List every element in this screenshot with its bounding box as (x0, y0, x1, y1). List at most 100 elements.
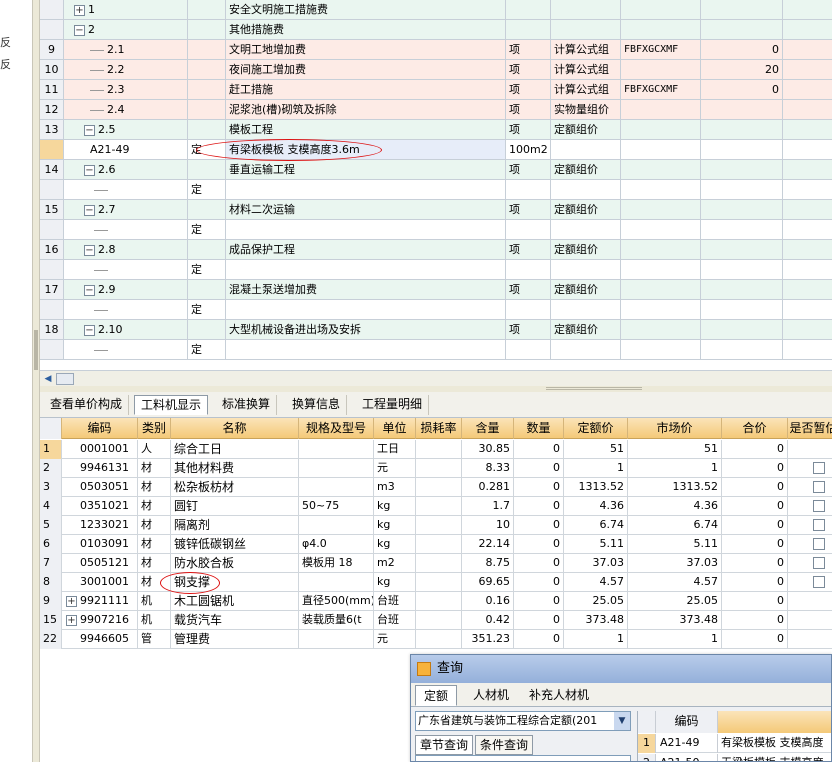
quota-library-select[interactable]: 广东省建筑与装饰工程综合定额(201 ▼ (415, 711, 631, 731)
result-row[interactable]: 1 A21-49 有梁板模板 支模高度 (638, 734, 831, 753)
provisional-checkbox[interactable] (813, 481, 825, 493)
cell-num[interactable]: 0 (514, 554, 564, 573)
provisional-checkbox[interactable] (813, 557, 825, 569)
cell-num[interactable]: 0 (514, 516, 564, 535)
measure-row[interactable]: 定 (40, 220, 832, 240)
cell-num[interactable]: 0 (514, 573, 564, 592)
material-row[interactable]: 3 0503051 材 松杂板枋材 m3 0.281 0 1313.52 1313.52 0 (40, 478, 832, 497)
cell-qty[interactable]: 30.85 (462, 440, 514, 459)
tab-supplementary[interactable]: 补充人材机 (521, 685, 597, 706)
column-header[interactable]: 数量 (514, 418, 564, 439)
column-header[interactable]: 是否暂估 (788, 418, 832, 439)
plus-box-icon[interactable]: + (74, 4, 85, 16)
material-row[interactable]: 9 +9921111 机木工圆锯机 直径500(mm) 台班 0.16 0 25.05 25.0… (40, 592, 832, 611)
tab-detail-3[interactable]: 标准换算 (216, 395, 278, 415)
splitter-grip[interactable] (34, 330, 38, 370)
material-row[interactable]: 6 0103091 材 镀锌低碳钢丝 φ4.0 kg 22.14 0 5.11 5.11 0 (40, 535, 832, 554)
measure-row[interactable]: 10 2.2 夜间施工增加费项计算公式组 20 (40, 60, 832, 80)
cell-market[interactable]: 1313.52 (628, 478, 722, 497)
cell-market[interactable]: 1 (628, 459, 722, 478)
provisional-checkbox[interactable] (813, 519, 825, 531)
measure-row[interactable]: 定 (40, 260, 832, 280)
measure-row[interactable]: 13−2.5 模板工程项定额组价 (40, 120, 832, 140)
cell-market[interactable]: 4.36 (628, 497, 722, 516)
measure-row[interactable]: 11 2.3 赶工措施项计算公式组 FBFXGCXMF 0 (40, 80, 832, 100)
measure-row[interactable]: 14−2.6 垂直运输工程项定额组价 (40, 160, 832, 180)
tab-condition-search[interactable]: 条件查询 (475, 735, 534, 755)
plus-box-icon[interactable]: + (66, 614, 77, 626)
cell-qty[interactable]: 0.16 (462, 592, 514, 611)
result-row[interactable]: 2 A21-50 无梁板模板 支模高度 (638, 754, 831, 761)
cell-market[interactable]: 4.57 (628, 573, 722, 592)
material-row[interactable]: 7 0505121 材 防水胶合板 模板用 18 m2 8.75 0 37.03 37.03 0 (40, 554, 832, 573)
column-header[interactable] (40, 418, 62, 439)
cell-qty[interactable]: 8.75 (462, 554, 514, 573)
minus-box-icon[interactable]: − (74, 24, 85, 36)
measure-row[interactable]: +1 安全文明施工措施费 (40, 0, 832, 20)
cell-num[interactable]: 0 (514, 630, 564, 649)
measure-row[interactable]: 15−2.7 材料二次运输项定额组价 (40, 200, 832, 220)
measure-row[interactable]: 定 (40, 300, 832, 320)
column-header[interactable]: 单位 (374, 418, 416, 439)
vertical-splitter[interactable] (32, 0, 40, 762)
cell-num[interactable]: 0 (514, 535, 564, 554)
cell-market[interactable]: 25.05 (628, 592, 722, 611)
column-header[interactable]: 定额价 (564, 418, 628, 439)
tab-labor-material-machine[interactable]: 人材机 (465, 685, 517, 706)
cell-qty[interactable]: 351.23 (462, 630, 514, 649)
cell-qty[interactable]: 1.7 (462, 497, 514, 516)
cell-num[interactable]: 0 (514, 497, 564, 516)
measure-row[interactable]: 9 2.1 文明工地增加费项计算公式组 FBFXGCXMF 0 (40, 40, 832, 60)
minus-box-icon[interactable]: − (84, 244, 95, 256)
provisional-checkbox[interactable] (813, 462, 825, 474)
cell-market[interactable]: 1 (628, 630, 722, 649)
column-header[interactable]: 规格及型号 (299, 418, 374, 439)
column-header[interactable]: 合价 (722, 418, 788, 439)
chapter-tree[interactable] (415, 755, 631, 761)
cell-num[interactable]: 0 (514, 478, 564, 497)
cell-num[interactable]: 0 (514, 592, 564, 611)
cell-market[interactable]: 37.03 (628, 554, 722, 573)
measure-row[interactable]: A21-49 定有梁板模板 支模高度3.6m 100m2 (40, 140, 832, 160)
column-header[interactable]: 含量 (462, 418, 514, 439)
provisional-checkbox[interactable] (813, 500, 825, 512)
cell-qty[interactable]: 69.65 (462, 573, 514, 592)
splitter-grip[interactable] (546, 387, 642, 390)
dialog-titlebar[interactable]: 查询 (411, 655, 831, 683)
column-header[interactable]: 市场价 (628, 418, 722, 439)
measure-row[interactable]: 12 2.4 泥浆池(槽)砌筑及拆除项实物量组价 (40, 100, 832, 120)
minus-box-icon[interactable]: − (84, 204, 95, 216)
chevron-down-icon[interactable]: ▼ (614, 712, 630, 730)
column-header[interactable]: 类别 (138, 418, 171, 439)
measure-row[interactable]: 16−2.8 成品保护工程项定额组价 (40, 240, 832, 260)
column-header[interactable]: 损耗率 (416, 418, 462, 439)
cell-qty[interactable]: 0.42 (462, 611, 514, 630)
cell-num[interactable]: 0 (514, 440, 564, 459)
measure-row[interactable]: −2 其他措施费 (40, 20, 832, 40)
measure-row[interactable]: 18−2.10 大型机械设备进出场及安拆项定额组价 (40, 320, 832, 340)
material-row[interactable]: 4 0351021 材 圆钉 50~75 kg 1.7 0 4.36 4.36 0 (40, 497, 832, 516)
cell-market[interactable]: 6.74 (628, 516, 722, 535)
provisional-checkbox[interactable] (813, 538, 825, 550)
cell-num[interactable]: 0 (514, 611, 564, 630)
minus-box-icon[interactable]: − (84, 284, 95, 296)
tab-detail-2[interactable]: 工料机显示 (134, 395, 209, 415)
provisional-checkbox[interactable] (813, 576, 825, 588)
horizontal-scrollbar[interactable]: ◀ (40, 370, 832, 386)
cell-qty[interactable]: 10 (462, 516, 514, 535)
cell-market[interactable]: 373.48 (628, 611, 722, 630)
column-header[interactable]: 编码 (62, 418, 138, 439)
material-row[interactable]: 8 3001001 材 钢支撑 kg 69.65 0 4.57 4.57 0 (40, 573, 832, 592)
tab-chapter-search[interactable]: 章节查询 (415, 735, 474, 755)
material-row[interactable]: 22 9946605 管 管理费 元 351.23 0 1 1 0 (40, 630, 832, 649)
column-header[interactable]: 名称 (171, 418, 299, 439)
scrollbar-thumb[interactable] (56, 373, 74, 385)
material-row[interactable]: 15 +9907216 机载货汽车 装载质量6(t 台班 0.42 0 373.48 373.4… (40, 611, 832, 630)
cell-market[interactable]: 51 (628, 440, 722, 459)
minus-box-icon[interactable]: − (84, 164, 95, 176)
minus-box-icon[interactable]: − (84, 124, 95, 136)
cell-qty[interactable]: 22.14 (462, 535, 514, 554)
plus-box-icon[interactable]: + (66, 595, 77, 607)
minus-box-icon[interactable]: − (84, 324, 95, 336)
material-row[interactable]: 2 9946131 材 其他材料费 元 8.33 0 1 1 0 (40, 459, 832, 478)
